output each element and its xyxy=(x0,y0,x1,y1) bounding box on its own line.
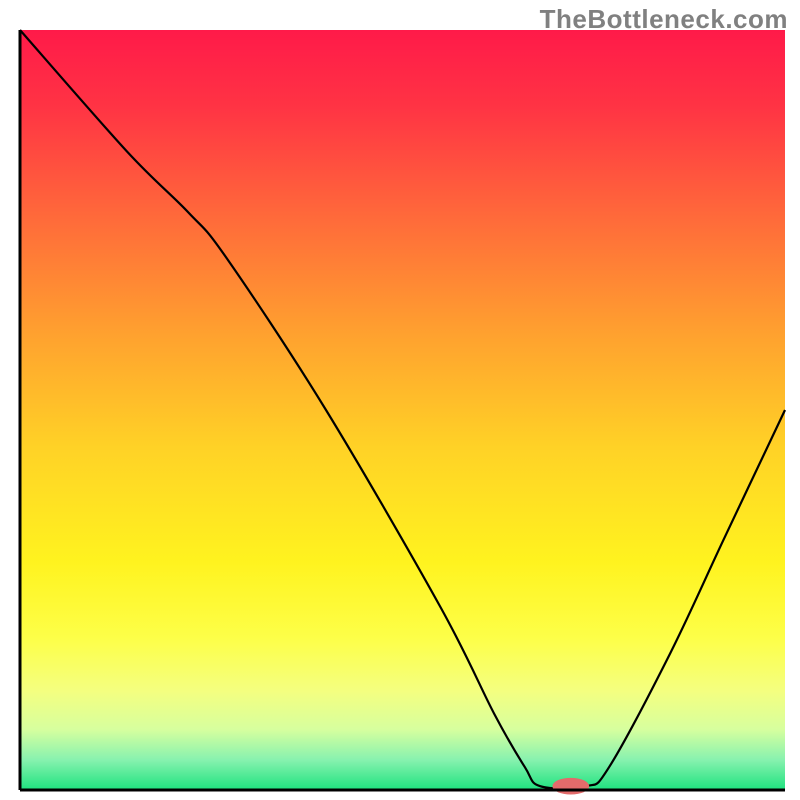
gradient-background xyxy=(20,30,785,790)
bottleneck-chart: TheBottleneck.com xyxy=(0,0,800,800)
plot-area xyxy=(20,30,785,795)
watermark-text: TheBottleneck.com xyxy=(540,4,788,35)
chart-svg xyxy=(0,0,800,800)
optimal-marker xyxy=(552,778,589,795)
